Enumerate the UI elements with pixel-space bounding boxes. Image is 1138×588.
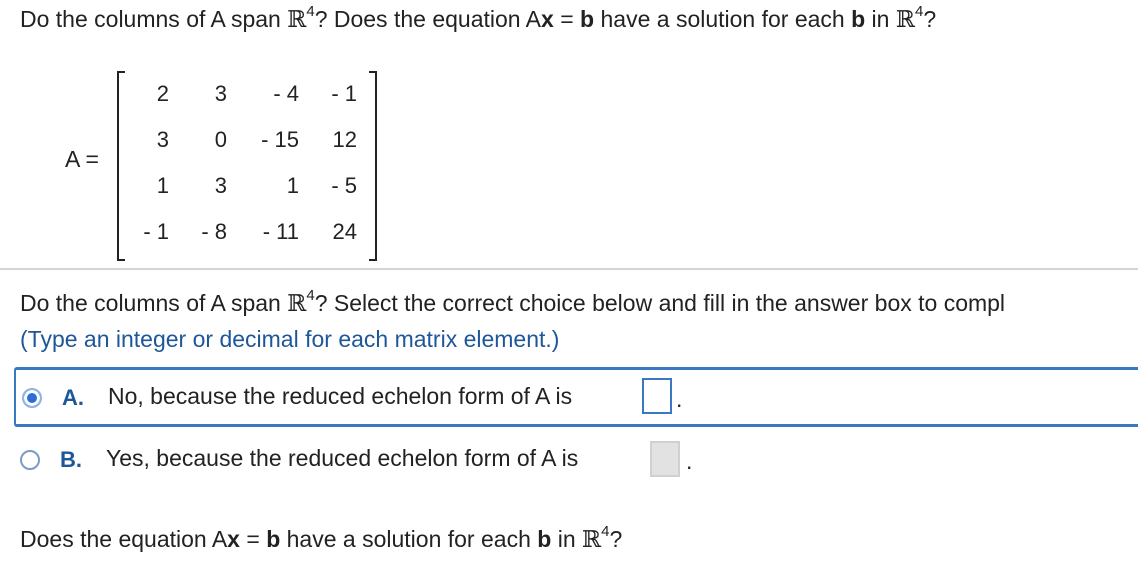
matrix-cell: 2 [156,81,169,106]
real-space-symbol: ℝ [287,291,307,317]
matrix-cell: - 1 [143,219,169,244]
equals: = [239,526,267,552]
section-divider [0,268,1138,270]
vector-b: b [580,6,595,32]
q1-text: Do the columns of A span [20,6,288,32]
vector-b: b [266,526,281,552]
q3-text: in [551,526,582,552]
matrix-cell: - 5 [331,173,357,198]
radio-b-icon[interactable] [20,450,40,470]
matrix-cell: - 15 [261,127,299,152]
choice-b[interactable]: B. Yes, because the reduced echelon form… [14,432,1138,492]
period: . [686,448,693,474]
instruction-hint: (Type an integer or decimal for each mat… [20,326,560,352]
q3-text: have a solution for each [280,526,538,552]
choice-b-letter: B. [60,447,82,472]
matrix-cell: 1 [156,173,169,198]
matrix-cell: 3 [214,81,227,106]
vector-x: x [541,6,554,32]
answer-box-a[interactable] [642,378,672,414]
matrix-label: A = [65,146,99,172]
choice-a-text: No, because the reduced echelon form of … [108,383,573,409]
choice-a[interactable]: A. No, because the reduced echelon form … [14,367,1138,427]
real-space-symbol: ℝ [582,527,602,553]
q1-text: ? Does the equation A [314,6,542,32]
question-3: Does the equation Ax = b have a solution… [20,524,623,553]
real-space-symbol: ℝ [287,7,307,33]
matrix-cell: 3 [156,127,169,152]
q2-text: ? Select the correct choice below and fi… [314,290,1006,316]
q3-text: ? [609,526,623,552]
matrix-cell: 1 [286,173,299,198]
answer-box-b [650,441,680,477]
right-bracket [369,71,377,261]
vector-b: b [537,526,552,552]
vector-b: b [851,6,866,32]
matrix-cell: - 8 [201,219,227,244]
matrix-cell: - 4 [273,81,299,106]
equals: = [553,6,581,32]
matrix-cell: - 1 [331,81,357,106]
matrix-cell: 0 [214,127,227,152]
choice-b-text: Yes, because the reduced echelon form of… [106,445,579,471]
matrix-cell: 3 [214,173,227,198]
question-2: Do the columns of A span ℝ4? Select the … [20,287,1006,317]
matrix-cell: - 11 [262,219,299,244]
q2-text: Do the columns of A span [20,290,288,316]
exponent: 4 [306,287,315,304]
period: . [676,386,683,412]
matrix-a: 2 3 - 4 - 1 3 0 - 15 12 1 3 1 - 5 - 1 - 8 - 11 24 [117,71,377,261]
choice-a-letter: A. [62,385,84,410]
vector-x: x [227,526,240,552]
matrix-cell: 12 [332,127,357,152]
real-space-symbol: ℝ [895,7,915,33]
q1-text: in [865,6,896,32]
question-1: Do the columns of A span ℝ4? Does the eq… [20,3,937,33]
radio-a-icon[interactable] [22,388,42,408]
matrix-cell: 24 [332,219,357,244]
q3-text: Does the equation A [20,526,228,552]
exponent: 4 [306,3,315,20]
q1-text: have a solution for each [594,6,852,32]
q1-text: ? [923,6,937,32]
